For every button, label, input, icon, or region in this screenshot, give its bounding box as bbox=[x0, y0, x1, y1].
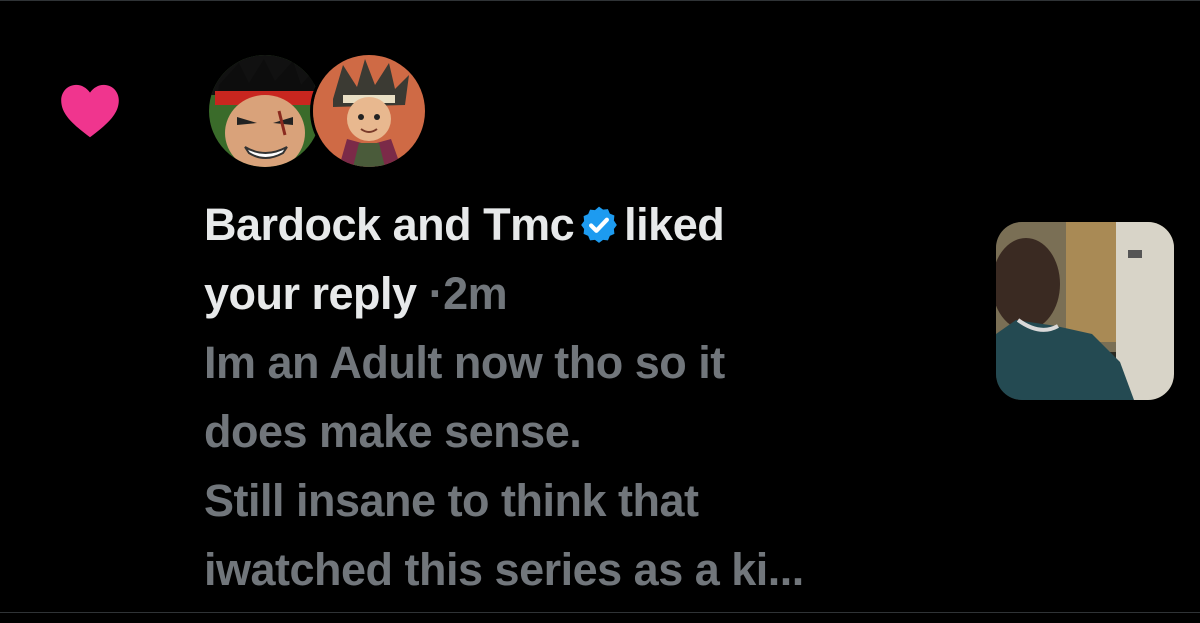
avatar-bardock[interactable] bbox=[206, 52, 324, 170]
video-thumbnail-icon bbox=[996, 222, 1174, 400]
like-notification[interactable]: Bardock and Tmc liked your reply ·2m Im … bbox=[0, 0, 1200, 612]
notification-content: Bardock and Tmc liked your reply ·2m Im … bbox=[204, 190, 924, 604]
avatar-tmc[interactable] bbox=[310, 52, 428, 170]
conjunction: and bbox=[392, 199, 472, 250]
anime-avatar-tmc-icon bbox=[313, 55, 425, 167]
separator-dot: · bbox=[428, 268, 444, 319]
object-text[interactable]: your reply bbox=[204, 268, 417, 319]
verified-badge-icon bbox=[581, 206, 618, 243]
user-name-1[interactable]: Bardock bbox=[204, 199, 381, 250]
heart-icon bbox=[61, 84, 119, 138]
reply-preview-text[interactable]: Im an Adult now tho so it does make sens… bbox=[204, 328, 924, 604]
bottom-divider bbox=[0, 612, 1200, 613]
notification-headline: Bardock and Tmc liked your reply ·2m bbox=[204, 190, 924, 328]
media-thumbnail[interactable] bbox=[996, 222, 1174, 400]
timestamp: 2m bbox=[443, 268, 508, 319]
action-text: liked bbox=[624, 199, 725, 250]
user-name-2[interactable]: Tmc bbox=[483, 199, 575, 250]
anime-avatar-bardock-icon bbox=[209, 55, 321, 167]
